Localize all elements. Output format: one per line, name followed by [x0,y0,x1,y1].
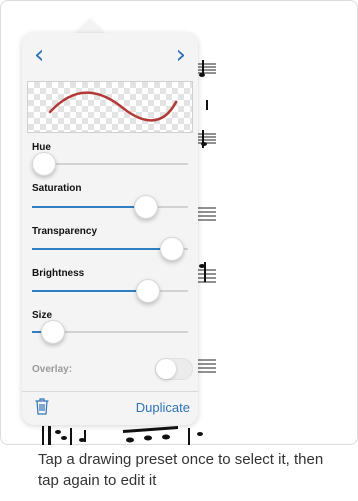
preset-navigation: ‹ › [22,33,198,77]
stroke-preview-graphic [48,91,178,122]
brightness-slider-fill [32,290,149,292]
hue-slider-knob[interactable] [32,152,56,176]
chevron-right-icon[interactable]: › [176,42,186,68]
saturation-slider-fill [32,206,146,208]
duplicate-button[interactable]: Duplicate [110,400,190,415]
stroke-preview [27,81,193,133]
footer-divider [22,391,198,392]
chevron-left-icon[interactable]: ‹ [34,42,44,68]
size-label: Size [32,310,53,321]
music-notation-graphic [196,60,216,373]
saturation-slider-track[interactable] [32,206,188,208]
transparency-slider-knob[interactable] [160,237,185,261]
caption-text: Tap a drawing preset once to select it, … [38,451,324,489]
saturation-label: Saturation [32,183,82,194]
music-score-background [196,40,216,442]
saturation-slider-knob[interactable] [133,195,158,219]
brightness-slider-track[interactable] [32,290,188,292]
overlay-label: Overlay: [32,364,73,375]
overlay-toggle-thumb [156,359,176,379]
trash-icon[interactable] [35,398,49,415]
trash-icon-graphic [35,398,49,415]
transparency-label: Transparency [32,226,98,237]
transparency-slider-fill [32,248,173,250]
brightness-label: Brightness [32,268,85,279]
overlay-toggle[interactable] [155,358,193,380]
